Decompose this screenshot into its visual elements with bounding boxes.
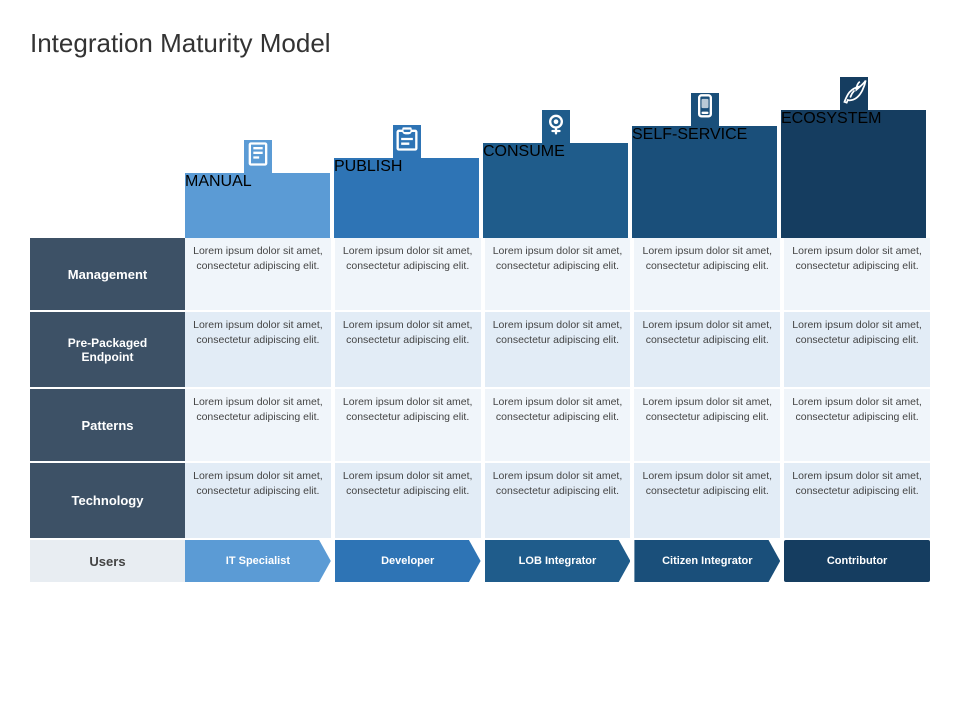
ecosystem-icon-circle — [840, 77, 868, 110]
col-label-ecosystem: ECOSYSTEM — [781, 110, 926, 238]
cell-4-1: Lorem ipsum dolor sit amet, consectetur … — [784, 312, 930, 387]
row-label-patterns: Patterns — [30, 389, 185, 461]
cell-1-3: Lorem ipsum dolor sit amet, consectetur … — [335, 463, 481, 538]
col-header-publish: PUBLISH — [334, 125, 479, 238]
cell-2-2: Lorem ipsum dolor sit amet, consectetur … — [485, 389, 631, 461]
cell-4-0: Lorem ipsum dolor sit amet, consectetur … — [784, 238, 930, 310]
badge-2: LOB Integrator — [485, 540, 631, 582]
row-label-management: Management — [30, 238, 185, 310]
cell-4-3: Lorem ipsum dolor sit amet, consectetur … — [784, 463, 930, 538]
publish-icon-circle — [393, 125, 421, 158]
cell-1-2: Lorem ipsum dolor sit amet, consectetur … — [335, 389, 481, 461]
clipboard-icon — [393, 125, 421, 153]
page: Integration Maturity Model MANUAL — [0, 0, 960, 720]
selfservice-icon-circle — [691, 93, 719, 126]
row-labels: Management Pre-PackagedEndpoint Patterns… — [30, 238, 185, 582]
cell-4-2: Lorem ipsum dolor sit amet, consectetur … — [784, 389, 930, 461]
book-icon — [244, 140, 272, 168]
table-area: Management Pre-PackagedEndpoint Patterns… — [30, 238, 930, 582]
badge-0: IT Specialist — [185, 540, 331, 582]
cell-3-2: Lorem ipsum dolor sit amet, consectetur … — [634, 389, 780, 461]
cell-0-1: Lorem ipsum dolor sit amet, consectetur … — [185, 312, 331, 387]
col-header-ecosystem: ECOSYSTEM — [781, 77, 926, 238]
col-header-selfservice: SELF-SERVICE — [632, 93, 777, 238]
cell-0-2: Lorem ipsum dolor sit amet, consectetur … — [185, 389, 331, 461]
data-col-4: Lorem ipsum dolor sit amet, consectetur … — [784, 238, 930, 582]
cell-0-0: Lorem ipsum dolor sit amet, consectetur … — [185, 238, 331, 310]
cell-3-0: Lorem ipsum dolor sit amet, consectetur … — [634, 238, 780, 310]
col-label-manual: MANUAL — [185, 173, 330, 238]
cell-1-1: Lorem ipsum dolor sit amet, consectetur … — [335, 312, 481, 387]
mobile-icon — [691, 93, 719, 121]
data-col-2: Lorem ipsum dolor sit amet, consectetur … — [485, 238, 631, 582]
col-label-consume: CONSUME — [483, 143, 628, 238]
badge-3: Citizen Integrator — [634, 540, 780, 582]
data-col-0: Lorem ipsum dolor sit amet, consectetur … — [185, 238, 331, 582]
leaf-icon — [840, 77, 868, 105]
manual-icon-circle — [244, 140, 272, 173]
col-header-manual: MANUAL — [185, 140, 330, 238]
row-label-technology: Technology — [30, 463, 185, 538]
brain-icon — [542, 110, 570, 138]
cell-3-1: Lorem ipsum dolor sit amet, consectetur … — [634, 312, 780, 387]
col-label-publish: PUBLISH — [334, 158, 479, 238]
cell-2-0: Lorem ipsum dolor sit amet, consectetur … — [485, 238, 631, 310]
col-label-selfservice: SELF-SERVICE — [632, 126, 777, 238]
row-label-prepackaged: Pre-PackagedEndpoint — [30, 312, 185, 387]
data-col-1: Lorem ipsum dolor sit amet, consectetur … — [335, 238, 481, 582]
cell-0-3: Lorem ipsum dolor sit amet, consectetur … — [185, 463, 331, 538]
cell-2-1: Lorem ipsum dolor sit amet, consectetur … — [485, 312, 631, 387]
consume-icon-circle — [542, 110, 570, 143]
cell-3-3: Lorem ipsum dolor sit amet, consectetur … — [634, 463, 780, 538]
badge-4: Contributor — [784, 540, 930, 582]
cell-2-3: Lorem ipsum dolor sit amet, consectetur … — [485, 463, 631, 538]
row-label-users: Users — [30, 540, 185, 582]
badge-1: Developer — [335, 540, 481, 582]
cell-1-0: Lorem ipsum dolor sit amet, consectetur … — [335, 238, 481, 310]
page-title: Integration Maturity Model — [30, 28, 930, 59]
header-row: MANUAL PUBLISH — [185, 77, 930, 238]
data-columns: Lorem ipsum dolor sit amet, consectetur … — [185, 238, 930, 582]
main-content: MANUAL PUBLISH — [30, 77, 930, 582]
data-col-3: Lorem ipsum dolor sit amet, consectetur … — [634, 238, 780, 582]
col-header-consume: CONSUME — [483, 110, 628, 238]
